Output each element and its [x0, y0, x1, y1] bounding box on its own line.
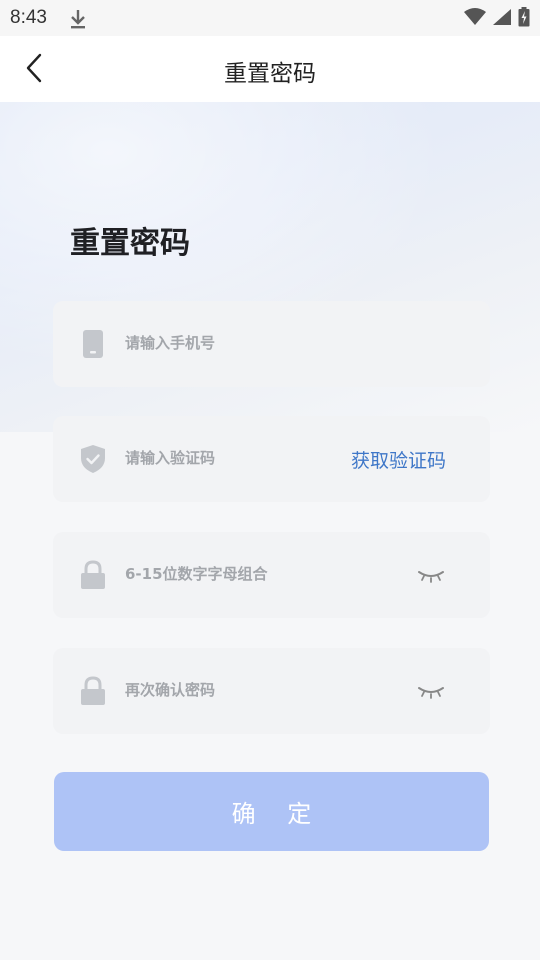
lock-icon — [79, 560, 107, 590]
eye-closed-icon[interactable] — [416, 568, 446, 584]
wifi-icon — [464, 8, 486, 30]
password-field[interactable]: 6-15位数字字母组合 — [53, 532, 490, 618]
battery-icon — [518, 7, 530, 31]
status-bar: 8:43 — [0, 0, 540, 36]
download-icon — [68, 8, 88, 34]
verification-code-field[interactable]: 请输入验证码 获取验证码 — [53, 416, 490, 502]
verification-code-input-placeholder: 请输入验证码 — [125, 449, 216, 467]
page-heading: 重置密码 — [70, 226, 190, 261]
password-input-placeholder: 6-15位数字字母组合 — [125, 565, 268, 583]
status-time: 8:43 — [10, 7, 47, 28]
confirm-password-field[interactable]: 再次确认密码 — [53, 648, 490, 734]
confirm-password-input-placeholder: 再次确认密码 — [125, 681, 216, 699]
app-bar: 重置密码 — [0, 36, 540, 102]
app-bar-title: 重置密码 — [224, 61, 316, 87]
signal-icon — [492, 8, 512, 30]
shield-check-icon — [79, 444, 107, 474]
phone-input-placeholder: 请输入手机号 — [125, 334, 216, 352]
confirm-button[interactable]: 确 定 — [54, 772, 489, 851]
eye-closed-icon[interactable] — [416, 684, 446, 700]
lock-icon — [79, 676, 107, 706]
get-code-button[interactable]: 获取验证码 — [351, 446, 446, 473]
phone-icon — [79, 329, 107, 359]
phone-field[interactable]: 请输入手机号 — [53, 301, 490, 387]
